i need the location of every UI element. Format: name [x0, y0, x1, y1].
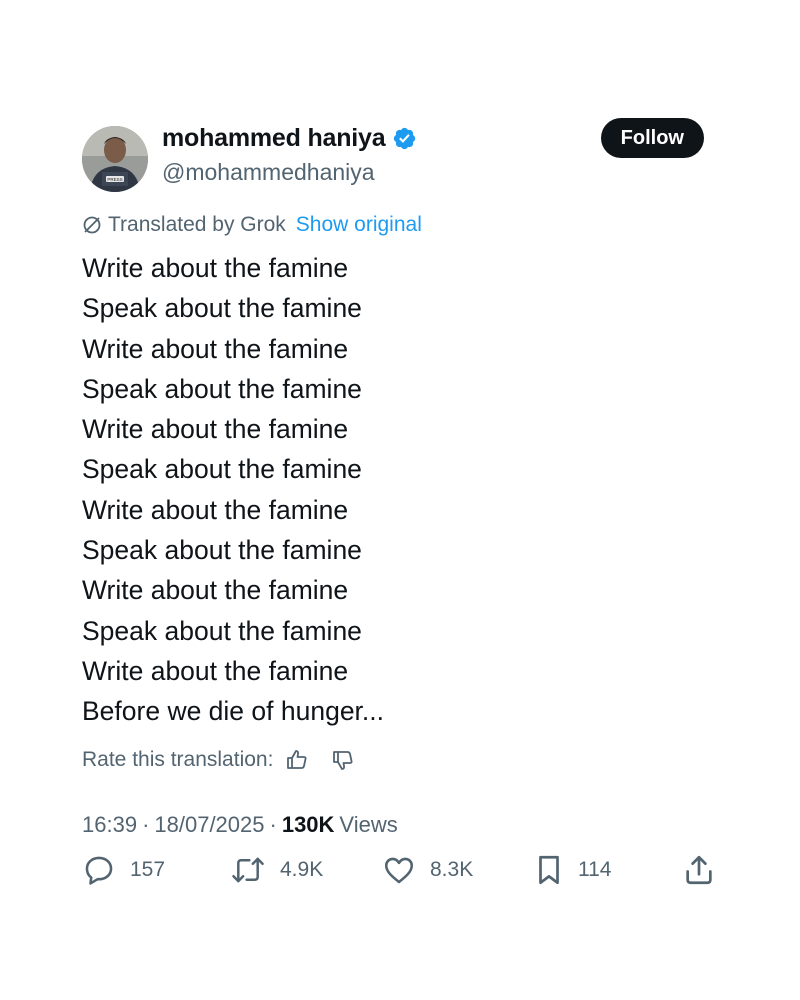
- svg-text:PRESS: PRESS: [107, 177, 122, 182]
- reply-button[interactable]: 157: [82, 853, 165, 887]
- verified-badge-icon: [392, 126, 417, 151]
- follow-button[interactable]: Follow: [600, 118, 704, 158]
- tweet-text-line: Write about the famine: [82, 253, 349, 283]
- tweet-text-line: Write about the famine: [82, 414, 349, 445]
- bookmark-count: 114: [578, 858, 612, 881]
- tweet-text-line: Speak about the famine: [82, 615, 362, 646]
- grok-translate-icon: [82, 215, 102, 235]
- tweet: PRESS mohammed haniya @mohammedhaniya Fo…: [82, 118, 722, 885]
- show-original-link[interactable]: Show original: [296, 213, 422, 237]
- meta-separator: ·: [269, 811, 277, 837]
- share-button[interactable]: [682, 853, 716, 887]
- tweet-text-line: Write about the famine: [82, 494, 349, 525]
- translated-by-label: Translated by Grok: [108, 213, 286, 236]
- repost-icon: [230, 853, 266, 887]
- tweet-text-line: Write about the famine: [82, 575, 349, 606]
- views-label: Views: [339, 811, 398, 837]
- rate-translation: Rate this translation:: [82, 742, 722, 778]
- meta-separator: ·: [142, 811, 150, 837]
- views-count: 130K: [281, 811, 335, 837]
- share-icon: [682, 853, 716, 887]
- tweet-text-line: Before we die of hunger...: [82, 696, 385, 727]
- tweet-text-line: Speak about the famine: [82, 373, 362, 404]
- translation-notice: Translated by Grok Show original: [82, 210, 722, 240]
- tweet-meta: 16:39 · 18/07/2025 · 130K Views: [82, 808, 722, 842]
- tweet-text-line: Write about the famine: [82, 333, 349, 364]
- tweet-text: Write about the famine Speak about the fa…: [82, 248, 722, 732]
- rate-translation-label: Rate this translation:: [82, 747, 274, 771]
- thumbs-up-icon[interactable]: [285, 748, 309, 772]
- bookmark-icon: [534, 853, 564, 887]
- heart-icon: [382, 853, 416, 887]
- like-button[interactable]: 8.3K: [382, 853, 473, 887]
- tweet-text-line: Write about the famine: [82, 655, 349, 686]
- reply-count: 157: [130, 858, 166, 881]
- handle[interactable]: @mohammedhaniya: [162, 159, 417, 186]
- like-count: 8.3K: [430, 858, 474, 881]
- repost-count: 4.9K: [280, 858, 324, 881]
- display-name[interactable]: mohammed haniya: [162, 124, 386, 153]
- reply-bubble-icon: [82, 853, 116, 887]
- tweet-date[interactable]: 18/07/2025: [154, 812, 264, 838]
- bookmark-button[interactable]: 114: [534, 853, 611, 887]
- author-names: mohammed haniya @mohammedhaniya: [162, 122, 417, 186]
- thumbs-down-icon[interactable]: [331, 748, 355, 772]
- tweet-time[interactable]: 16:39: [82, 812, 137, 838]
- tweet-text-line: Speak about the famine: [82, 293, 362, 324]
- action-bar: 157 4.9K 8.3K 114: [82, 853, 722, 893]
- avatar[interactable]: PRESS: [82, 126, 148, 192]
- repost-button[interactable]: 4.9K: [230, 853, 323, 887]
- tweet-text-line: Speak about the famine: [82, 454, 362, 485]
- tweet-header: PRESS mohammed haniya @mohammedhaniya Fo…: [82, 118, 722, 192]
- tweet-text-line: Speak about the famine: [82, 535, 362, 566]
